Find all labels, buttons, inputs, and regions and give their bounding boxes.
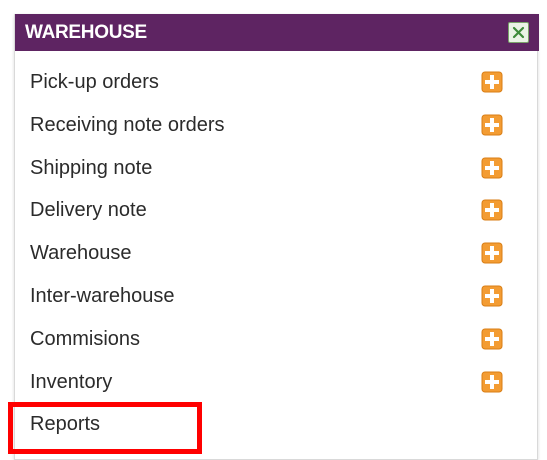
menu-item-label: Pick-up orders: [30, 71, 159, 93]
add-icon[interactable]: [481, 285, 503, 307]
add-icon[interactable]: [481, 371, 503, 393]
menu-item-label: Reports: [30, 413, 101, 436]
menu-item-label: Inter-warehouse: [30, 284, 175, 307]
menu-item-inter-warehouse[interactable]: Inter-warehouse: [15, 276, 539, 319]
menu-item-label: Delivery note: [30, 199, 147, 222]
menu-item-label: Inventory: [30, 370, 113, 393]
warehouse-panel: WAREHOUSE Pick-up orders Receiving note …: [14, 14, 539, 460]
warehouse-menu: Pick-up orders Receiving note orders Shi…: [15, 62, 539, 447]
add-icon[interactable]: [481, 157, 503, 179]
menu-item-shipping-note[interactable]: Shipping note: [15, 148, 539, 191]
add-icon[interactable]: [481, 242, 503, 264]
menu-item-delivery-note[interactable]: Delivery note: [15, 190, 539, 233]
menu-item-inventory[interactable]: Inventory: [15, 362, 539, 405]
menu-item-warehouse[interactable]: Warehouse: [15, 233, 539, 276]
menu-item-commisions[interactable]: Commisions: [15, 319, 539, 362]
menu-item-label: Shipping note: [30, 156, 153, 179]
close-button[interactable]: [508, 22, 529, 43]
menu-item-reports[interactable]: Reports: [15, 404, 539, 447]
menu-item-label: Receiving note orders: [30, 113, 225, 136]
add-icon[interactable]: [481, 199, 503, 221]
menu-item-label: Warehouse: [30, 242, 132, 265]
close-icon: [512, 26, 525, 39]
menu-item-pick-up-orders[interactable]: Pick-up orders: [15, 62, 539, 105]
panel-header: WAREHOUSE: [15, 14, 539, 51]
panel-title: WAREHOUSE: [25, 22, 147, 43]
add-icon[interactable]: [481, 328, 503, 350]
add-icon[interactable]: [481, 114, 503, 136]
add-icon[interactable]: [481, 71, 503, 93]
menu-item-label: Commisions: [30, 327, 141, 350]
menu-item-receiving-note-orders[interactable]: Receiving note orders: [15, 105, 539, 148]
